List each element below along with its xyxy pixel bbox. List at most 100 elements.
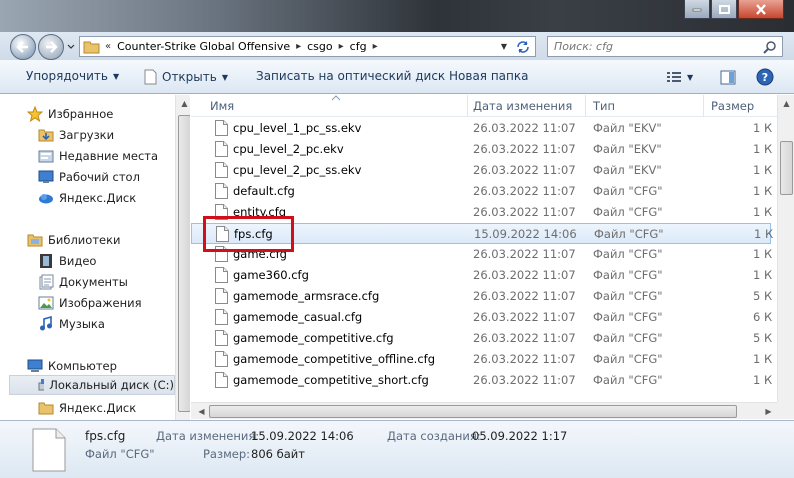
breadcrumb-separator-icon[interactable]: ▸ xyxy=(335,41,348,52)
file-name: cpu_level_2_pc.ekv xyxy=(233,142,344,156)
file-icon xyxy=(215,330,228,346)
sidebar-item-computer[interactable]: Компьютер xyxy=(27,356,117,376)
file-icon xyxy=(215,183,228,199)
filelist-vscrollbar[interactable]: ▲ xyxy=(777,95,794,402)
column-size[interactable]: Размер xyxy=(704,95,779,117)
sidebar-item-libraries[interactable]: Библиотеки xyxy=(27,230,121,250)
breadcrumb-item[interactable]: csgo xyxy=(305,37,335,56)
sidebar-label: Компьютер xyxy=(48,359,117,373)
column-date[interactable]: Дата изменения xyxy=(466,95,586,117)
sidebar-item-favorites[interactable]: Избранное xyxy=(27,104,113,124)
details-size-value: 806 байт xyxy=(251,447,305,461)
sidebar-item-yandex-disk-2[interactable]: Яндекс.Диск xyxy=(38,398,136,418)
sidebar-scroll-thumb[interactable] xyxy=(178,115,190,412)
sidebar-item-downloads[interactable]: Загрузки xyxy=(38,125,114,145)
burn-disc-button[interactable]: Записать на оптический диск xyxy=(256,69,445,83)
file-icon xyxy=(215,267,228,283)
file-type: Файл "CFG" xyxy=(593,352,663,366)
close-button[interactable] xyxy=(738,0,784,19)
file-size: 5 К xyxy=(753,289,773,303)
column-name[interactable]: Имя xyxy=(203,95,468,117)
sidebar-item-documents[interactable]: Документы xyxy=(38,272,128,292)
sidebar-item-images[interactable]: Изображения xyxy=(38,293,142,313)
desktop-icon xyxy=(38,170,54,183)
file-icon xyxy=(215,309,228,325)
back-button[interactable] xyxy=(10,34,36,60)
file-row[interactable]: cpu_level_1_pc_ss.ekv 26.03.2022 11:07 Фай… xyxy=(191,118,772,139)
file-row[interactable]: game360.cfg 26.03.2022 11:07 Файл "CFG" 1 К xyxy=(191,265,772,286)
crumb-overflow-icon[interactable]: « xyxy=(101,41,115,52)
minimize-icon xyxy=(692,8,702,12)
sidebar-label: Избранное xyxy=(48,107,114,121)
recent-pages-chevron-icon[interactable] xyxy=(66,39,76,53)
organize-button[interactable]: Упорядочить ▼ xyxy=(26,69,119,83)
file-row[interactable]: gamemode_casual.cfg 26.03.2022 11:07 Файл … xyxy=(191,307,773,328)
new-folder-button[interactable]: Новая папка xyxy=(449,69,528,83)
file-row[interactable]: gamemode_competitive_offline.cfg 26.03.20… xyxy=(191,349,772,370)
file-name: gamemode_competitive_offline.cfg xyxy=(233,352,436,366)
minimize-button[interactable] xyxy=(684,0,710,19)
scroll-up-icon[interactable]: ▲ xyxy=(778,95,794,112)
address-dropdown-icon[interactable]: ▼ xyxy=(497,42,511,51)
file-type: Файл "CFG" xyxy=(593,205,663,219)
folder-icon xyxy=(83,41,100,53)
file-date: 15.09.2022 14:06 xyxy=(474,227,577,241)
file-type: Файл "CFG" xyxy=(593,331,663,345)
breadcrumb-separator-icon[interactable]: ▸ xyxy=(369,41,382,52)
file-type: Файл "CFG" xyxy=(593,289,663,303)
sidebar-item-music[interactable]: Музыка xyxy=(38,314,105,334)
file-size: 6 К xyxy=(753,310,773,324)
search-input[interactable] xyxy=(548,37,748,56)
breadcrumb-item[interactable]: Counter-Strike Global Offensive xyxy=(115,37,292,56)
back-arrow-icon xyxy=(16,41,28,53)
column-type[interactable]: Тип xyxy=(586,95,704,117)
breadcrumb-item[interactable]: cfg xyxy=(348,37,369,56)
column-name-label: Имя xyxy=(210,99,235,113)
file-icon xyxy=(215,351,228,367)
search-icon[interactable] xyxy=(763,40,777,54)
sidebar-item-recent[interactable]: Недавние места xyxy=(38,146,158,166)
navigation-bar: « Counter-Strike Global Offensive ▸ csgo… xyxy=(0,32,794,60)
file-icon xyxy=(215,120,228,136)
file-row[interactable]: gamemode_armsrace.cfg 26.03.2022 11:07 Фай… xyxy=(191,286,773,307)
file-icon xyxy=(144,69,157,85)
chevron-down-icon: ▼ xyxy=(687,72,694,82)
help-button[interactable]: ? xyxy=(756,68,774,86)
maximize-button[interactable] xyxy=(711,0,737,19)
file-row[interactable]: cpu_level_2_pc_ss.ekv 26.03.2022 11:07 Фай… xyxy=(191,160,772,181)
filelist-vscroll-thumb[interactable] xyxy=(780,141,793,195)
documents-icon xyxy=(39,274,54,290)
change-view-button[interactable]: ▼ xyxy=(666,70,693,84)
sidebar-label: Музыка xyxy=(59,317,105,331)
file-row[interactable]: cpu_level_2_pc.ekv 26.03.2022 11:07 Файл "… xyxy=(191,139,772,160)
file-list: Имя Дата изменения Тип Размер cpu_level_… xyxy=(191,95,794,420)
scroll-up-icon[interactable]: ▲ xyxy=(176,95,190,112)
preview-pane-button[interactable] xyxy=(720,70,736,85)
sidebar-item-desktop[interactable]: Рабочий стол xyxy=(38,167,140,187)
file-size: 1 К xyxy=(753,205,773,219)
cloud-icon xyxy=(39,194,53,204)
breadcrumb-separator-icon[interactable]: ▸ xyxy=(292,41,305,52)
sidebar-label: Яндекс.Диск xyxy=(59,401,137,415)
file-type: Файл "EKV" xyxy=(593,121,662,135)
file-row[interactable]: gamemode_competitive_short.cfg 26.03.2022… xyxy=(191,370,772,391)
forward-button[interactable] xyxy=(38,34,64,60)
refresh-icon[interactable] xyxy=(514,39,532,55)
file-row[interactable]: default.cfg 26.03.2022 11:07 Файл "CFG" 1 К xyxy=(191,181,772,202)
file-row[interactable]: gamemode_competitive.cfg 26.03.2022 11:07… xyxy=(191,328,773,349)
filelist-hscrollbar[interactable]: ◀ ▶ xyxy=(191,402,777,419)
scroll-left-icon[interactable]: ◀ xyxy=(193,403,210,420)
sidebar-item-yandex-disk[interactable]: Яндекс.Диск xyxy=(38,188,136,208)
file-type: Файл "CFG" xyxy=(593,184,663,198)
file-date: 26.03.2022 11:07 xyxy=(473,205,576,219)
filelist-hscroll-thumb[interactable] xyxy=(209,405,737,418)
open-button[interactable]: Открыть ▼ xyxy=(144,69,228,85)
address-bar[interactable]: « Counter-Strike Global Offensive ▸ csgo… xyxy=(79,36,536,57)
scroll-right-icon[interactable]: ▶ xyxy=(760,403,777,420)
sidebar-item-local-disk[interactable]: Локальный диск (C:) xyxy=(9,375,175,395)
chevron-down-icon: ▼ xyxy=(112,71,120,81)
sidebar-item-video[interactable]: Видео xyxy=(38,251,96,271)
sidebar-scrollbar[interactable]: ▲ xyxy=(175,95,190,420)
hard-drive-icon xyxy=(38,379,45,391)
file-size: 5 К xyxy=(753,331,773,345)
